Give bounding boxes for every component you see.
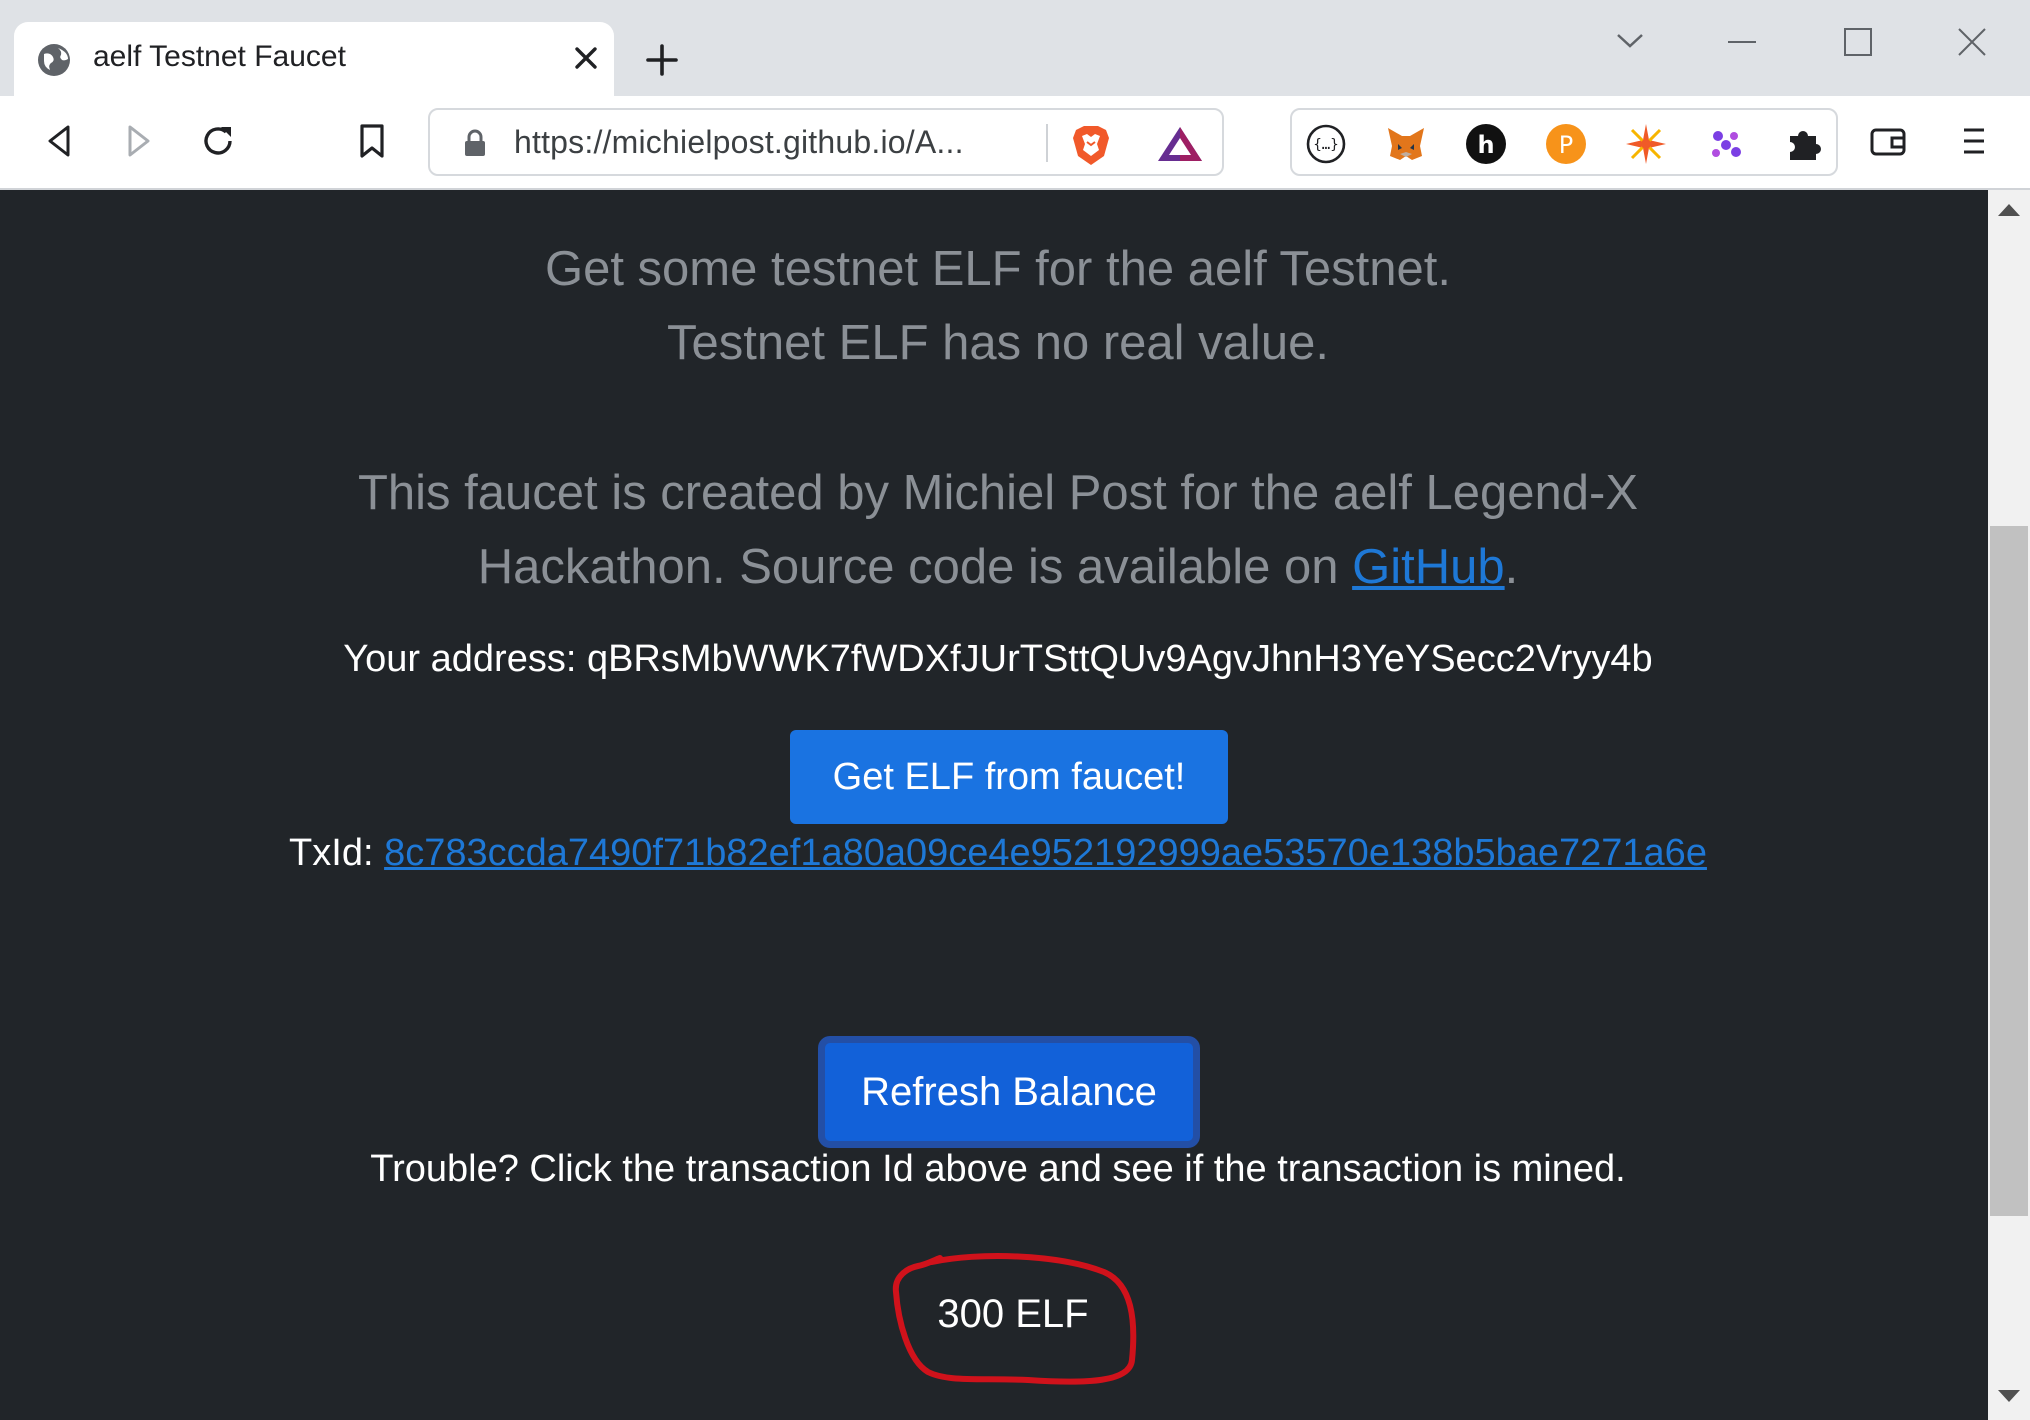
brave-rewards-icon[interactable]: [1156, 124, 1204, 164]
github-link[interactable]: GitHub: [1352, 540, 1505, 594]
lock-icon[interactable]: [460, 128, 490, 158]
page-scrollbar[interactable]: [1988, 190, 2030, 1420]
svg-text:{…}: {…}: [1313, 137, 1338, 153]
forward-icon[interactable]: [118, 121, 158, 161]
extensions-group: {…} h P: [1290, 108, 1838, 176]
credit-line-2: Hackathon. Source code is available on G…: [4, 530, 1992, 605]
address-line: Your address: qBRsMbWWK7fWDXfJUrTSttQUv9…: [4, 638, 1992, 681]
txid-label: TxId:: [289, 832, 385, 874]
scroll-up-arrow-icon[interactable]: [1998, 204, 2020, 216]
pay-icon[interactable]: P: [1544, 122, 1588, 166]
dots-cluster-icon[interactable]: [1704, 122, 1748, 166]
txid-line: TxId: 8c783ccda7490f71b82ef1a80a09ce4e95…: [4, 832, 1992, 875]
faucet-page: Get some testnet ELF for the aelf Testne…: [0, 190, 1988, 1420]
refresh-balance-button[interactable]: Refresh Balance: [818, 1036, 1200, 1148]
browser-toolbar: https://michielpost.github.io/A... {…} h: [0, 96, 2030, 190]
trouble-text: Trouble? Click the transaction Id above …: [370, 1148, 1626, 1190]
svg-text:h: h: [1477, 131, 1494, 159]
address-bar[interactable]: https://michielpost.github.io/A...: [428, 108, 1224, 176]
bookmark-icon[interactable]: [352, 121, 392, 161]
metamask-fox-icon[interactable]: [1384, 122, 1428, 166]
intro-line-2: Testnet ELF has no real value.: [667, 316, 1329, 370]
balance-value: 300 ELF: [937, 1292, 1089, 1336]
tab-title: aelf Testnet Faucet: [93, 40, 346, 73]
scroll-thumb[interactable]: [1990, 526, 2028, 1216]
get-elf-button[interactable]: Get ELF from faucet!: [790, 730, 1228, 824]
url-text[interactable]: https://michielpost.github.io/A...: [514, 124, 964, 161]
browser-tab-bar: aelf Testnet Faucet: [0, 0, 2030, 96]
reload-icon[interactable]: [198, 121, 238, 161]
close-window-icon[interactable]: [1952, 22, 1992, 62]
wallet-address: qBRsMbWWK7fWDXfJUrTSttQUv9AgvJhnH3YeYSec…: [586, 638, 1653, 680]
spark-icon[interactable]: [1624, 122, 1668, 166]
maximize-icon[interactable]: [1838, 22, 1878, 62]
back-icon[interactable]: [40, 121, 80, 161]
brave-lion-icon[interactable]: [1070, 122, 1112, 168]
credit-line-1: This faucet is created by Michiel Post f…: [357, 466, 1639, 520]
json-viewer-icon[interactable]: {…}: [1304, 122, 1348, 166]
chevron-down-icon[interactable]: [1610, 20, 1650, 60]
balance-area: 300 ELF: [888, 1250, 1150, 1390]
minimize-icon[interactable]: [1722, 22, 1762, 62]
credit-line-2-prefix: Hackathon. Source code is available on: [477, 540, 1353, 594]
address-bar-divider: [1046, 124, 1048, 162]
puzzle-icon[interactable]: [1782, 122, 1826, 166]
address-label: Your address:: [343, 638, 587, 680]
browser-tab[interactable]: aelf Testnet Faucet: [14, 22, 614, 96]
scroll-down-arrow-icon[interactable]: [1998, 1390, 2020, 1402]
txid-link[interactable]: 8c783ccda7490f71b82ef1a80a09ce4e95219299…: [384, 832, 1707, 874]
svg-text:P: P: [1559, 131, 1573, 159]
close-icon[interactable]: [568, 40, 604, 76]
credit-line-2-suffix: .: [1504, 540, 1519, 594]
globe-icon: [38, 44, 70, 76]
plus-icon[interactable]: [642, 40, 682, 80]
hamburger-menu-icon[interactable]: [1954, 121, 1994, 161]
wallet-icon[interactable]: [1868, 121, 1908, 161]
hive-icon[interactable]: h: [1464, 122, 1508, 166]
intro-line-1: Get some testnet ELF for the aelf Testne…: [544, 242, 1452, 296]
